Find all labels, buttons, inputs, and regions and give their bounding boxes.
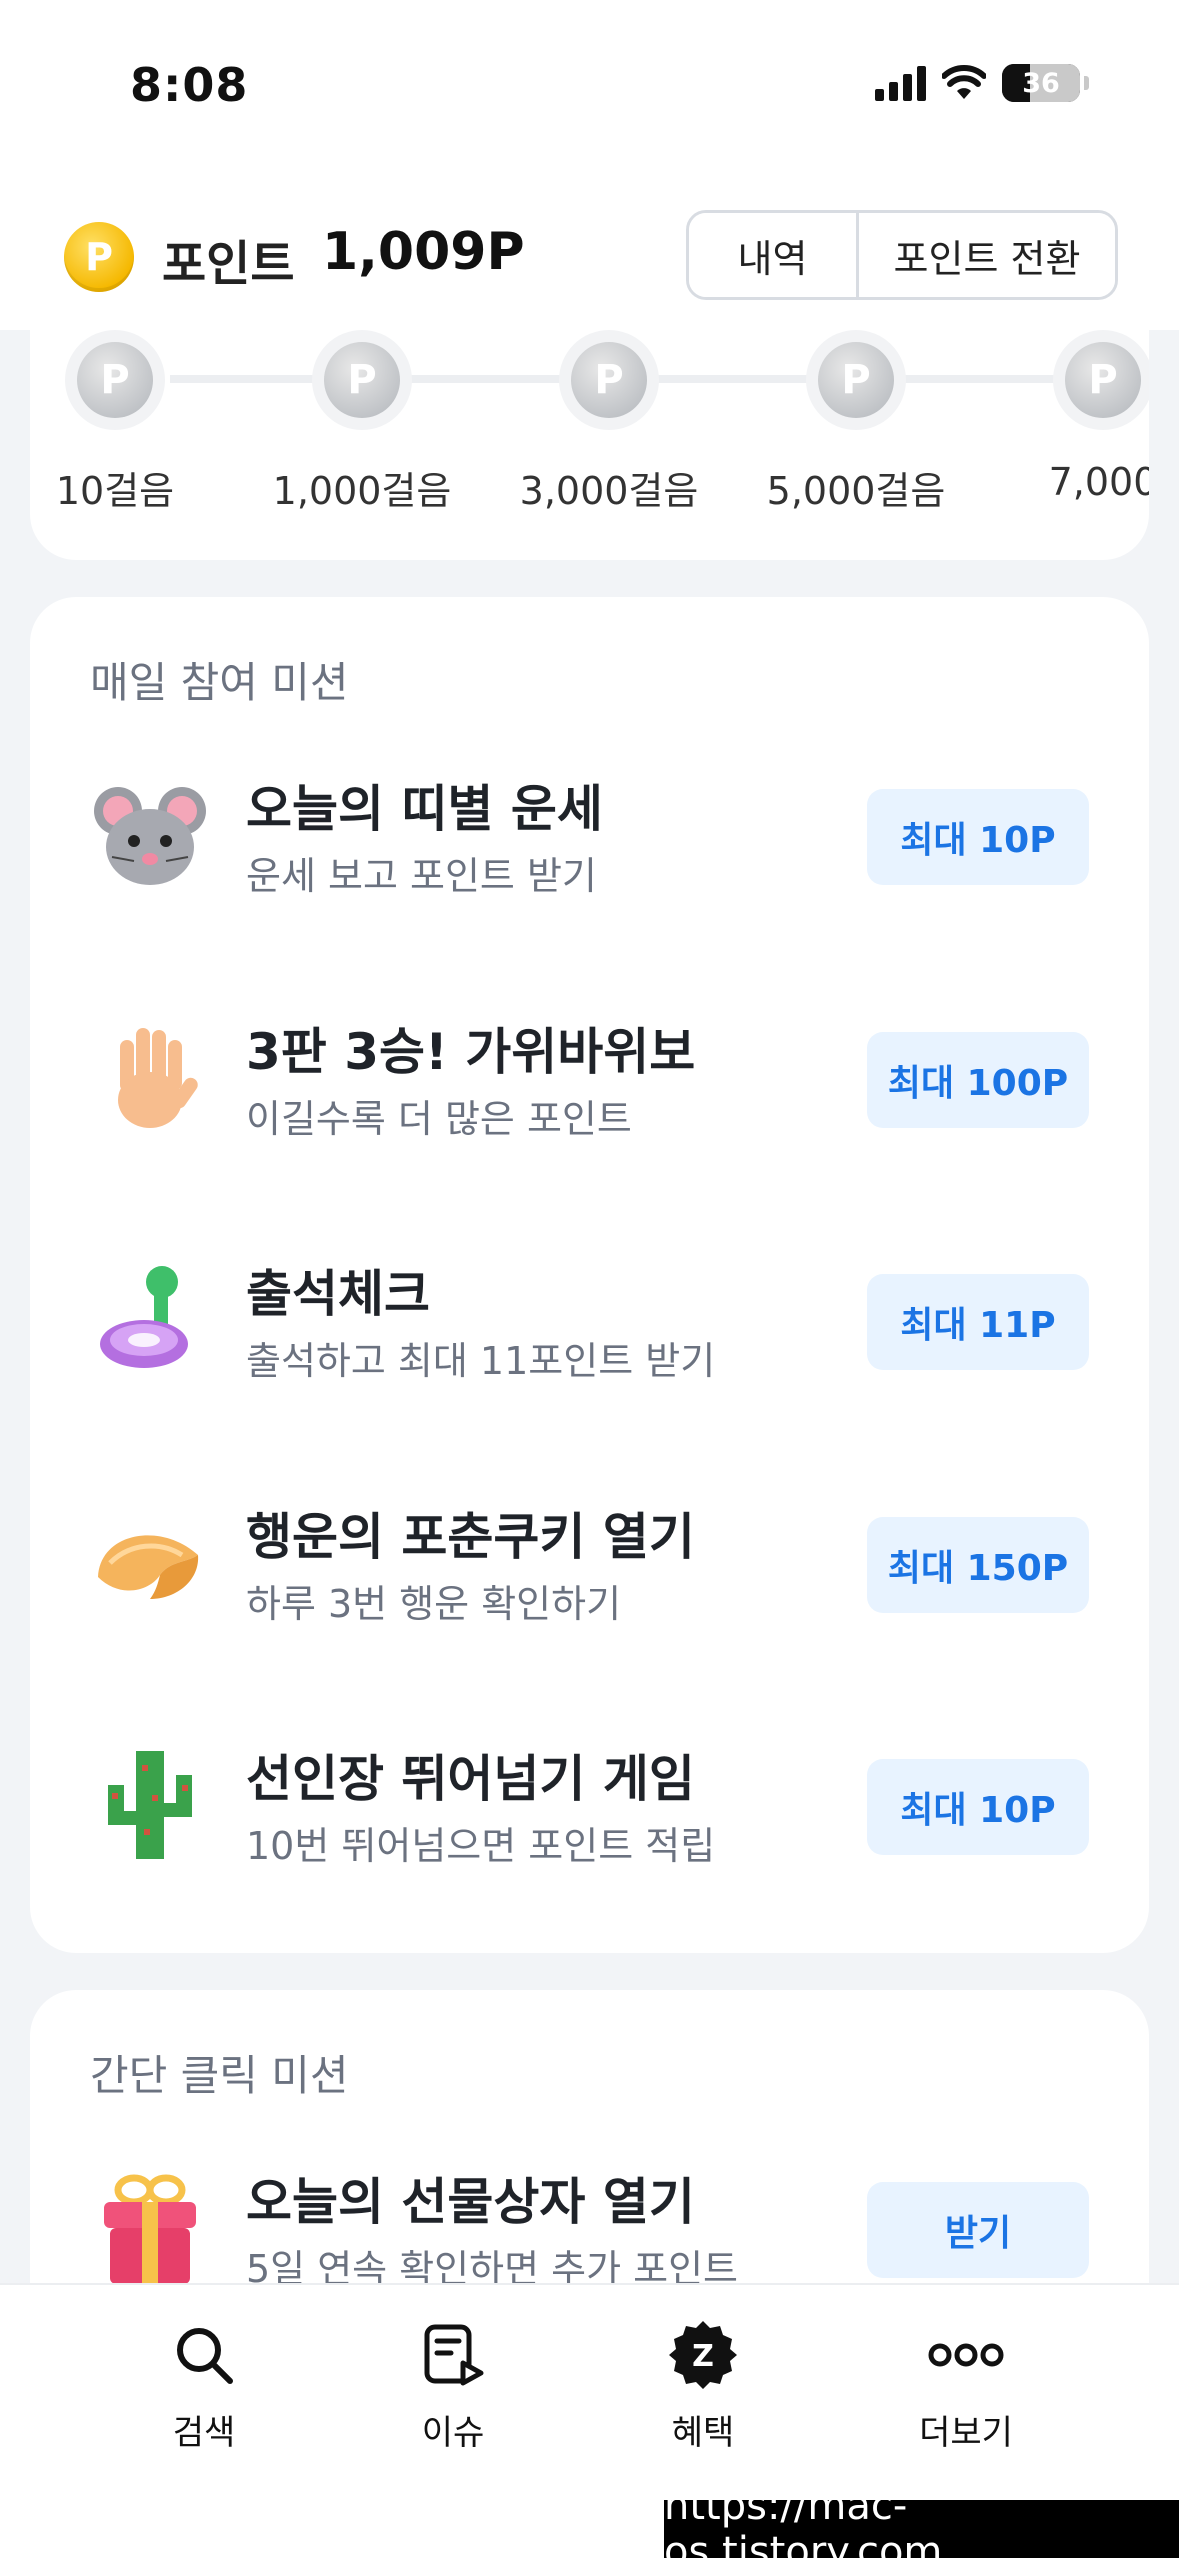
mission-reward-button[interactable]: 최대 10P: [867, 789, 1089, 885]
nav-label: 더보기: [919, 2413, 1013, 2453]
points-label: 포인트: [162, 236, 295, 292]
points-header: P 포인트 1,009P 내역 포인트 전환: [0, 190, 1179, 330]
mission-subtitle: 하루 3번 행운 확인하기: [246, 1582, 622, 1626]
battery-level: 36: [1022, 67, 1060, 99]
nav-item-more[interactable]: 더보기: [866, 2315, 1066, 2454]
benefit-icon-letter: Z: [692, 2339, 714, 2374]
step-reward-item[interactable]: P 7,000: [983, 330, 1149, 504]
point-coin-icon: P: [77, 342, 153, 418]
status-time: 8:08: [130, 58, 249, 112]
cactus-icon: [90, 1745, 210, 1865]
mission-reward-button[interactable]: 최대 150P: [867, 1517, 1089, 1613]
point-coin-icon: P: [1065, 342, 1141, 418]
status-bar: 8:08 36: [0, 0, 1179, 190]
history-button[interactable]: 내역: [689, 213, 859, 297]
mouse-icon: [90, 775, 210, 895]
point-coin-icon: P: [64, 222, 134, 292]
nav-item-benefit[interactable]: Z 혜택: [603, 2315, 803, 2454]
point-coin-icon: P: [324, 342, 400, 418]
mission-title: 오늘의 띠별 운세: [246, 780, 603, 838]
section-title: 매일 참여 미션: [90, 658, 349, 707]
stamp-icon: [90, 1260, 210, 1380]
status-icons: 36: [875, 64, 1089, 102]
step-label: 1,000걸음: [272, 469, 452, 513]
step-label: 10걸음: [55, 469, 175, 513]
cellular-signal-icon: [875, 65, 926, 101]
benefit-icon: Z: [603, 2315, 803, 2395]
mission-title: 행운의 포춘쿠키 열기: [246, 1508, 695, 1566]
step-label: 5,000걸음: [766, 469, 946, 513]
gift-icon: [90, 2168, 210, 2288]
watermark: https://mac-os.tistory.com: [664, 2483, 1179, 2558]
daily-missions-card: 매일 참여 미션 오늘의 띠별 운세 운세 보고 포인트 받기 최대 10P 3…: [30, 597, 1149, 1953]
wifi-icon: [942, 65, 986, 99]
step-reward-item[interactable]: P 10걸음: [30, 330, 235, 515]
section-title: 간단 클릭 미션: [90, 2051, 349, 2100]
points-balance: 1,009P: [322, 222, 525, 282]
nav-item-issue[interactable]: 이슈: [353, 2315, 553, 2454]
mission-reward-button[interactable]: 최대 100P: [867, 1032, 1089, 1128]
mission-reward-button[interactable]: 받기: [867, 2182, 1089, 2278]
mission-reward-button[interactable]: 최대 11P: [867, 1274, 1089, 1370]
step-label: 3,000걸음: [519, 469, 699, 513]
search-icon: [104, 2315, 304, 2395]
mission-reward-button[interactable]: 최대 10P: [867, 1759, 1089, 1855]
mission-subtitle: 운세 보고 포인트 받기: [246, 854, 597, 898]
step-rewards-card: P 10걸음 P 1,000걸음 P 3,000걸음 P 5,000걸음 P 7…: [30, 330, 1149, 560]
mission-title: 3판 3승! 가위바위보: [246, 1023, 696, 1081]
mission-item-cactus-game[interactable]: 선인장 뛰어넘기 게임 10번 뛰어넘으면 포인트 적립 최대 10P: [30, 1727, 1149, 1897]
mission-subtitle: 10번 뛰어넘으면 포인트 적립: [246, 1824, 716, 1868]
mission-item-fortune[interactable]: 오늘의 띠별 운세 운세 보고 포인트 받기 최대 10P: [30, 757, 1149, 927]
mission-item-rps[interactable]: 3판 3승! 가위바위보 이길수록 더 많은 포인트 최대 100P: [30, 1000, 1149, 1170]
nav-item-search[interactable]: 검색: [104, 2315, 304, 2454]
mission-title: 오늘의 선물상자 열기: [246, 2173, 695, 2231]
hand-icon: [90, 1018, 210, 1138]
more-icon: [866, 2315, 1066, 2395]
nav-label: 검색: [172, 2413, 236, 2453]
step-label: 7,000: [1048, 460, 1149, 504]
step-reward-item[interactable]: P 5,000걸음: [736, 330, 976, 515]
points-actions: 내역 포인트 전환: [686, 210, 1118, 300]
nav-label: 혜택: [671, 2413, 735, 2453]
mission-subtitle: 이길수록 더 많은 포인트: [246, 1097, 632, 1141]
nav-label: 이슈: [421, 2413, 485, 2453]
point-coin-icon: P: [571, 342, 647, 418]
mission-item-fortune-cookie[interactable]: 행운의 포춘쿠키 열기 하루 3번 행운 확인하기 최대 150P: [30, 1485, 1149, 1655]
battery-icon: 36: [1002, 64, 1080, 102]
step-reward-item[interactable]: P 3,000걸음: [489, 330, 729, 515]
fortune-cookie-icon: [90, 1503, 210, 1623]
step-reward-item[interactable]: P 1,000걸음: [242, 330, 482, 515]
mission-item-attendance[interactable]: 출석체크 출석하고 최대 11포인트 받기 최대 11P: [30, 1242, 1149, 1412]
mission-title: 출석체크: [246, 1265, 430, 1323]
mission-title: 선인장 뛰어넘기 게임: [246, 1750, 695, 1808]
point-coin-icon: P: [818, 342, 894, 418]
convert-points-button[interactable]: 포인트 전환: [859, 213, 1115, 297]
mission-subtitle: 출석하고 최대 11포인트 받기: [246, 1339, 716, 1383]
issue-icon: [353, 2315, 553, 2395]
